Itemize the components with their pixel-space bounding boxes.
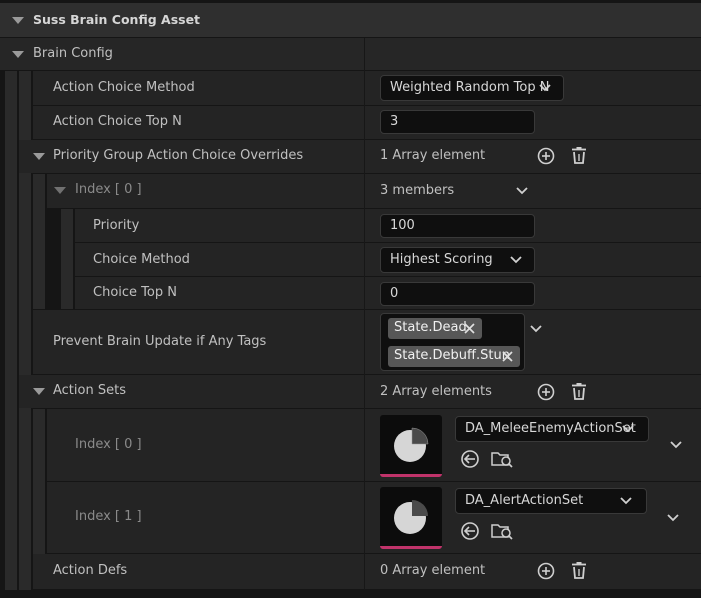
priority-overrides-count: 1 Array element (380, 148, 486, 163)
action-choice-top-n-label: Action Choice Top N (53, 114, 182, 129)
asset-type-bar (380, 474, 442, 477)
chevron-down-icon (622, 425, 634, 433)
brain-config-row[interactable]: Brain Config (0, 38, 701, 70)
action-sets-count: 2 Array elements (380, 384, 492, 399)
asset-type-bar (380, 546, 442, 549)
asset-thumbnail[interactable] (380, 487, 442, 549)
brain-config-label: Brain Config (33, 46, 113, 61)
choice-method-label: Choice Method (93, 252, 190, 267)
choice-method-value: Highest Scoring (390, 252, 493, 267)
action-choice-method-dropdown[interactable]: Weighted Random Top N (380, 75, 564, 101)
trash-icon[interactable] (570, 561, 588, 580)
action-set-index-0-label: Index [ 0 ] (75, 437, 142, 452)
browse-asset-icon[interactable] (490, 449, 514, 469)
choice-method-dropdown[interactable]: Highest Scoring (380, 247, 535, 273)
action-sets-row[interactable]: Action Sets (19, 375, 701, 408)
action-sets-label: Action Sets (53, 383, 126, 398)
close-icon[interactable] (464, 323, 475, 334)
indent-gutter (33, 174, 45, 309)
add-element-icon[interactable] (537, 147, 555, 165)
collapse-arrow-icon[interactable] (33, 388, 45, 395)
chevron-down-icon (510, 256, 522, 264)
chevron-down-icon[interactable] (530, 324, 542, 334)
asset-thumbnail[interactable] (380, 415, 442, 477)
header-title: Suss Brain Config Asset (33, 12, 201, 27)
action-defs-count: 0 Array element (380, 563, 486, 578)
use-selected-asset-icon[interactable] (460, 449, 480, 469)
collapse-arrow-icon[interactable] (33, 153, 45, 160)
override-index-0-members: 3 members (380, 183, 455, 198)
action-choice-method-label: Action Choice Method (53, 80, 195, 95)
prevent-update-label: Prevent Brain Update if Any Tags (53, 334, 267, 349)
collapse-arrow-icon[interactable] (12, 51, 24, 58)
override-index-0-label: Index [ 0 ] (75, 182, 142, 197)
priority-input[interactable]: 100 (380, 214, 535, 238)
collapse-arrow-icon[interactable] (54, 187, 66, 194)
action-choice-top-n-input[interactable]: 3 (380, 110, 535, 134)
add-element-icon[interactable] (537, 383, 555, 401)
asset-name: DA_AlertActionSet (465, 493, 584, 508)
choice-top-n-label: Choice Top N (93, 285, 177, 300)
chevron-down-icon[interactable] (670, 440, 682, 450)
action-choice-top-n-row: Action Choice Top N (33, 106, 701, 139)
collapse-arrow-icon[interactable] (12, 17, 24, 24)
trash-icon[interactable] (570, 382, 588, 401)
action-choice-method-value: Weighted Random Top N (390, 80, 550, 95)
indent-gutter (33, 409, 45, 554)
choice-top-n-input[interactable]: 0 (380, 282, 535, 306)
tag-chip[interactable]: State.Debuff.Stun (388, 346, 520, 367)
asset-picker-dropdown[interactable]: DA_MeleeEnemyActionSet (455, 416, 649, 442)
action-defs-label: Action Defs (53, 563, 128, 578)
tag-chip[interactable]: State.Dead (388, 318, 482, 339)
action-choice-method-row: Action Choice Method (33, 71, 701, 105)
chevron-down-icon (620, 497, 632, 505)
details-header[interactable]: Suss Brain Config Asset (0, 3, 701, 37)
chevron-down-icon[interactable] (667, 513, 679, 523)
pie-chart-icon (394, 427, 429, 462)
action-defs-row: Action Defs (33, 554, 701, 589)
tag-label: State.Dead (394, 320, 467, 335)
action-set-index-1-label: Index [ 1 ] (75, 509, 142, 524)
asset-name: DA_MeleeEnemyActionSet (465, 421, 636, 436)
override-index-0-row[interactable]: Index [ 0 ] (47, 174, 701, 208)
chevron-down-icon (539, 84, 551, 92)
close-icon[interactable] (502, 351, 513, 362)
asset-picker-dropdown[interactable]: DA_AlertActionSet (455, 488, 647, 514)
column-divider[interactable] (364, 38, 365, 590)
use-selected-asset-icon[interactable] (460, 521, 480, 541)
tag-label: State.Debuff.Stun (394, 348, 510, 363)
trash-icon[interactable] (570, 146, 588, 165)
indent-gutter (5, 71, 17, 590)
indent-gutter (61, 209, 73, 309)
chevron-down-icon[interactable] (516, 186, 528, 196)
priority-overrides-row[interactable]: Priority Group Action Choice Overrides (19, 140, 701, 173)
priority-label: Priority (93, 218, 140, 233)
browse-asset-icon[interactable] (490, 521, 514, 541)
prevent-update-row: Prevent Brain Update if Any Tags (33, 310, 701, 374)
add-element-icon[interactable] (537, 562, 555, 580)
pie-chart-icon (394, 500, 428, 534)
priority-overrides-label: Priority Group Action Choice Overrides (53, 148, 304, 163)
